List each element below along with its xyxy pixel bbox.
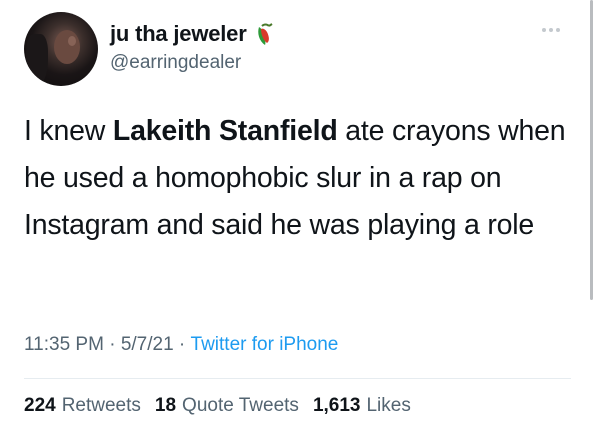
tweet-time[interactable]: 11:35 PM <box>24 334 104 356</box>
display-name-row: ju tha jeweler <box>110 20 279 48</box>
avatar-hair <box>26 34 48 86</box>
quote-tweets-stat[interactable]: 18 Quote Tweets <box>155 395 299 417</box>
tweet-text: I knew Lakeith Stanfield ate crayons whe… <box>24 108 569 249</box>
avatar[interactable] <box>24 12 98 86</box>
tweet-meta: 11:35 PM · 5/7/21 · Twitter for iPhone <box>24 334 338 356</box>
tweet-date[interactable]: 5/7/21 <box>121 334 174 356</box>
scrollbar[interactable] <box>590 0 593 300</box>
author-names: ju tha jeweler @earringdealer <box>110 20 279 74</box>
tweet-text-prefix: I knew <box>24 115 113 147</box>
retweets-label: Retweets <box>61 395 141 416</box>
tweet: ju tha jeweler @earringdealer I knew Lak… <box>0 0 595 428</box>
tweet-source-link[interactable]: Twitter for iPhone <box>191 334 339 356</box>
more-dot <box>542 28 546 32</box>
user-handle[interactable]: @earringdealer <box>110 52 279 74</box>
likes-stat[interactable]: 1,613 Likes <box>313 395 411 417</box>
more-options-icon[interactable] <box>542 28 560 32</box>
quote-tweets-count: 18 <box>154 395 177 416</box>
meta-separator: · <box>103 334 121 355</box>
avatar-face <box>54 30 80 64</box>
more-dot <box>549 28 553 32</box>
likes-label: Likes <box>366 395 411 416</box>
display-name[interactable]: ju tha jeweler <box>110 21 247 47</box>
retweets-count: 224 <box>24 395 56 416</box>
tweet-stats: 224 Retweets 18 Quote Tweets 1,613 Likes <box>24 395 425 417</box>
more-dot <box>556 28 560 32</box>
tweet-text-bold: Lakeith Stanfield <box>112 115 338 147</box>
tweet-header: ju tha jeweler @earringdealer <box>24 12 584 92</box>
retweets-stat[interactable]: 224 Retweets <box>24 395 141 417</box>
pepper-emoji-icon <box>257 23 273 45</box>
avatar-highlight <box>68 36 76 46</box>
quote-tweets-label: Quote Tweets <box>182 395 299 416</box>
likes-count: 1,613 <box>312 395 361 416</box>
divider <box>24 378 571 379</box>
meta-separator: · <box>173 334 191 355</box>
